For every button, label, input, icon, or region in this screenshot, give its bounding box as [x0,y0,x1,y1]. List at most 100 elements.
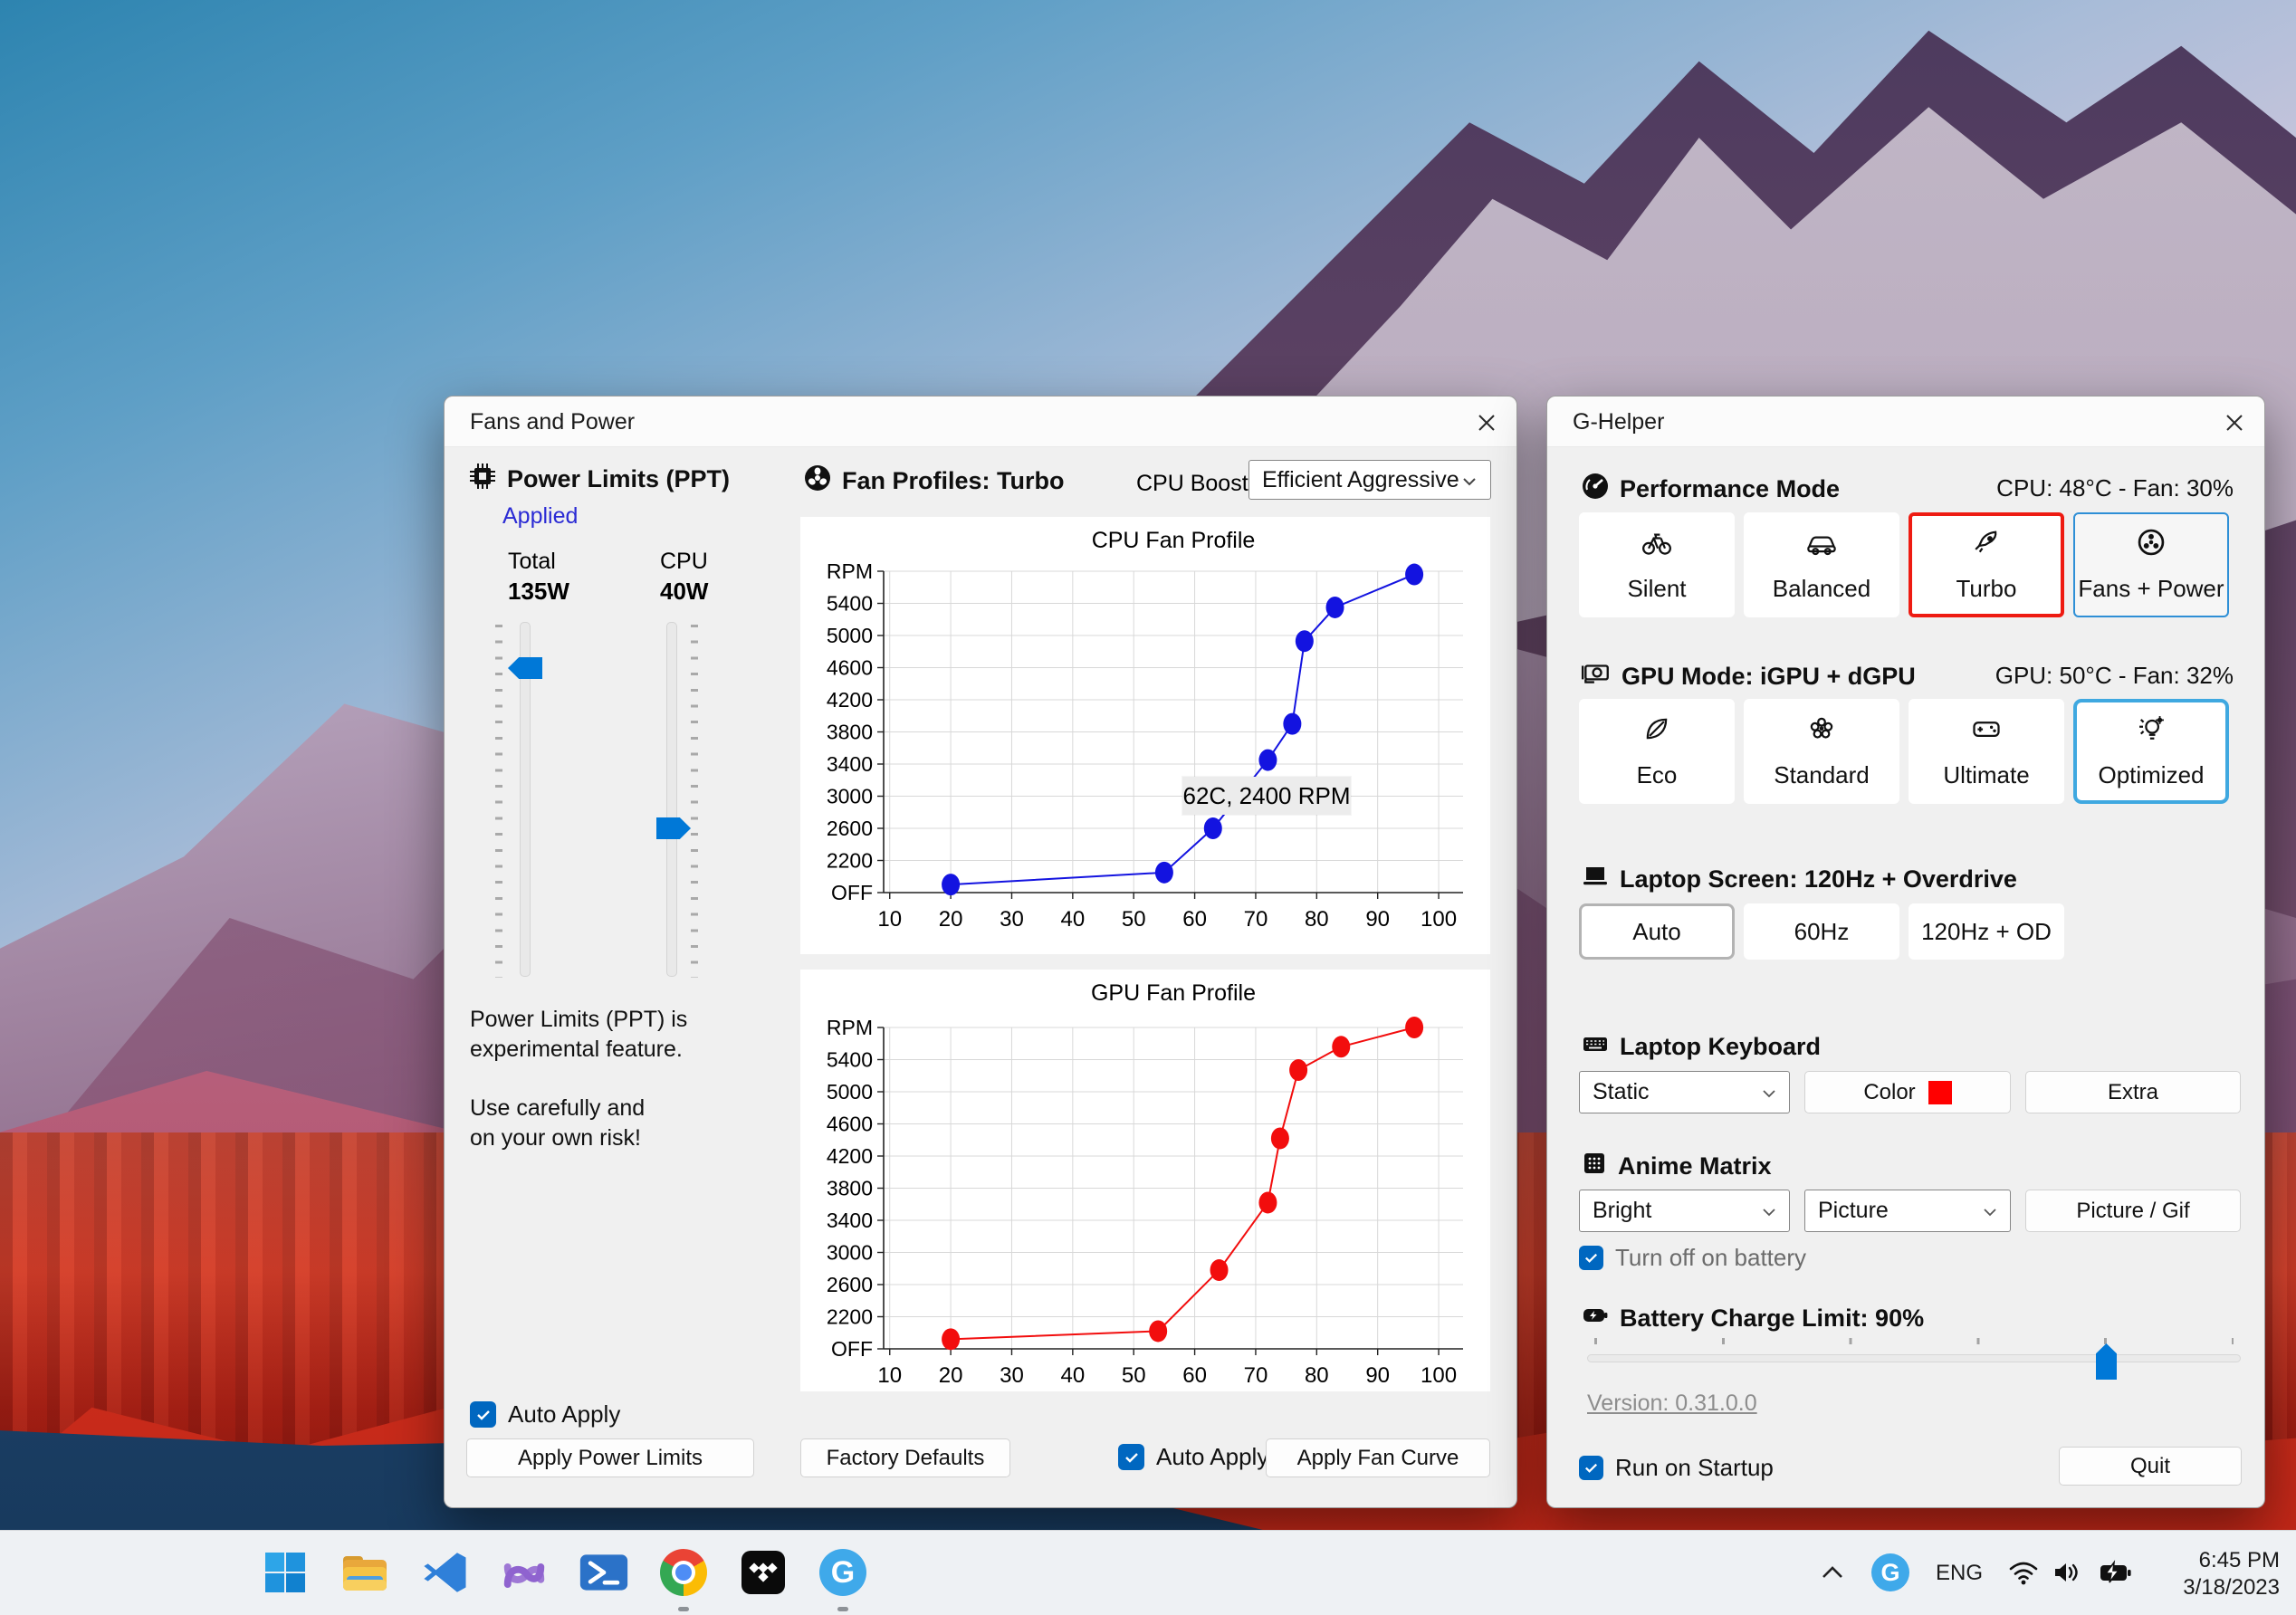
total-slider-thumb[interactable] [508,657,542,679]
bulb-gear-icon [2135,713,2167,750]
gamepad-icon [1970,713,2003,750]
ghelper-taskbar-icon[interactable]: G [814,1543,872,1601]
svg-text:2600: 2600 [827,1273,873,1296]
gpu-button-eco[interactable]: Eco [1579,699,1735,804]
svg-text:OFF: OFF [831,881,873,904]
keyboard-color-button[interactable]: Color [1804,1071,2011,1113]
gpu-button-label: Eco [1636,761,1678,788]
start-button[interactable] [256,1543,314,1601]
total-slider-ticks [495,625,502,978]
cpu-slider-thumb[interactable] [656,817,691,839]
mode-button-turbo[interactable]: Turbo [1909,512,2064,617]
mode-button-label: Balanced [1772,575,1871,602]
file-explorer-icon[interactable] [336,1543,394,1601]
tidal-icon[interactable] [734,1543,792,1601]
power-auto-apply-checkbox[interactable] [470,1401,496,1428]
svg-text:40: 40 [1060,1363,1085,1388]
gpu-mode-heading: GPU Mode: iGPU + dGPU [1622,663,1916,690]
chrome-icon[interactable] [655,1543,713,1601]
keyboard-icon [1581,1030,1610,1064]
cpu-temp-fan-stats: CPU: 48°C - Fan: 30% [1996,474,2234,502]
screen-button-label: 120Hz + OD [1921,917,2052,945]
battery-slider-track[interactable] [1587,1354,2241,1362]
fans-window-titlebar[interactable]: Fans and Power [445,397,1516,447]
keyboard-extra-button[interactable]: Extra [2025,1071,2241,1113]
clock-time: 6:45 PM [2198,1548,2280,1572]
volume-icon[interactable] [2046,1543,2088,1601]
laptop-keyboard-heading-row: Laptop Keyboard [1581,1030,1821,1064]
note-line: experimental feature. [470,1037,683,1062]
version-link[interactable]: Version: 0.31.0.0 [1587,1390,1757,1417]
mode-button-silent[interactable]: Silent [1579,512,1735,617]
factory-defaults-button[interactable]: Factory Defaults [800,1438,1010,1477]
apply-fan-curve-button[interactable]: Apply Fan Curve [1266,1438,1490,1477]
anime-matrix-heading-row: Anime Matrix [1581,1150,1772,1183]
svg-text:30: 30 [1000,907,1024,932]
laptop-screen-heading: Laptop Screen: 120Hz + Overdrive [1620,865,2017,893]
svg-text:20: 20 [939,907,963,932]
tray-chevron-up-icon[interactable] [1813,1543,1852,1601]
svg-text:90: 90 [1365,1363,1390,1388]
screen-button-60hz[interactable]: 60Hz [1744,903,1899,960]
svg-text:GPU Fan Profile: GPU Fan Profile [1091,980,1256,1006]
gpu-mode-heading-row: GPU Mode: iGPU + dGPU [1581,659,1916,694]
chevron-down-icon [1762,1079,1776,1105]
battery-limit-heading: Battery Charge Limit: 90% [1620,1304,1925,1332]
visual-studio-icon[interactable] [495,1543,553,1601]
power-limits-note-2: Use carefully and on your own risk! [470,1094,645,1153]
run-on-startup-label: Run on Startup [1615,1454,1774,1481]
tray-clock[interactable]: 6:45 PM 3/18/2023 [2183,1547,2280,1601]
close-icon[interactable] [2217,406,2252,440]
svg-text:60: 60 [1182,1363,1207,1388]
fan-auto-apply-checkbox[interactable] [1118,1444,1144,1470]
screen-button-auto[interactable]: Auto [1579,903,1735,960]
svg-text:3800: 3800 [827,721,873,744]
tray-ghelper-icon[interactable]: G [1867,1543,1914,1601]
apply-power-limits-button[interactable]: Apply Power Limits [466,1438,754,1477]
battery-slider-ticks [1594,1338,2234,1344]
wifi-icon[interactable] [2003,1543,2044,1601]
close-icon[interactable] [1469,406,1504,440]
battery-slider-thumb[interactable] [2096,1343,2117,1380]
matrix-brightness-select[interactable]: Bright [1579,1190,1790,1232]
battery-charging-icon[interactable] [2091,1543,2138,1601]
cpu-fan-curve-chart[interactable]: 10 20 30 40 50 60 70 80 90 100 OFF 2200 2600 3000 3400… [800,517,1490,954]
quit-button[interactable]: Quit [2059,1447,2242,1486]
vscode-icon[interactable] [416,1543,474,1601]
mode-button-balanced[interactable]: Balanced [1744,512,1899,617]
run-on-startup-checkbox[interactable] [1579,1456,1603,1480]
cpu-chip-icon [468,462,497,497]
matrix-content-select[interactable]: Picture [1804,1190,2011,1232]
chevron-down-icon [1461,467,1478,493]
cpu-boost-select[interactable]: Efficient Aggressive [1248,460,1491,500]
gpu-button-optimized[interactable]: Optimized [2073,699,2229,804]
power-auto-apply-label: Auto Apply [508,1400,621,1428]
powershell-icon[interactable] [575,1543,633,1601]
svg-text:10: 10 [877,907,902,932]
cpu-slider-ticks [691,625,698,978]
gpu-fan-curve-chart[interactable]: 10 20 30 40 50 60 70 80 90 100 OFF 2200 2600 3000 3400… [800,970,1490,1391]
keyboard-mode-select[interactable]: Static [1579,1071,1790,1113]
svg-text:3800: 3800 [827,1177,873,1200]
matrix-brightness-value: Bright [1593,1198,1652,1223]
screen-button-120hz-od[interactable]: 120Hz + OD [1909,903,2064,960]
flower-icon [1805,713,1838,750]
mode-button-label: Fans + Power [2078,575,2224,602]
svg-text:OFF: OFF [831,1337,873,1361]
clock-date: 3/18/2023 [2183,1575,2280,1600]
tray-language[interactable]: ENG [1936,1561,1983,1586]
ghelper-titlebar[interactable]: G-Helper [1547,397,2264,447]
svg-text:80: 80 [1305,907,1329,932]
gpu-button-label: Ultimate [1943,761,2030,788]
svg-text:3400: 3400 [827,1209,873,1232]
svg-text:10: 10 [877,1363,902,1388]
gauge-icon [1581,472,1610,507]
matrix-picture-gif-button[interactable]: Picture / Gif [2025,1190,2241,1232]
gpu-button-standard[interactable]: Standard [1744,699,1899,804]
mode-button-fans-power[interactable]: Fans + Power [2073,512,2229,617]
battery-limit-heading-row: Battery Charge Limit: 90% [1581,1302,1924,1335]
gpu-button-ultimate[interactable]: Ultimate [1909,699,2064,804]
turn-off-on-battery-checkbox[interactable] [1579,1246,1603,1270]
cpu-slider-track[interactable] [666,622,677,977]
fans-window-title: Fans and Power [470,409,636,435]
